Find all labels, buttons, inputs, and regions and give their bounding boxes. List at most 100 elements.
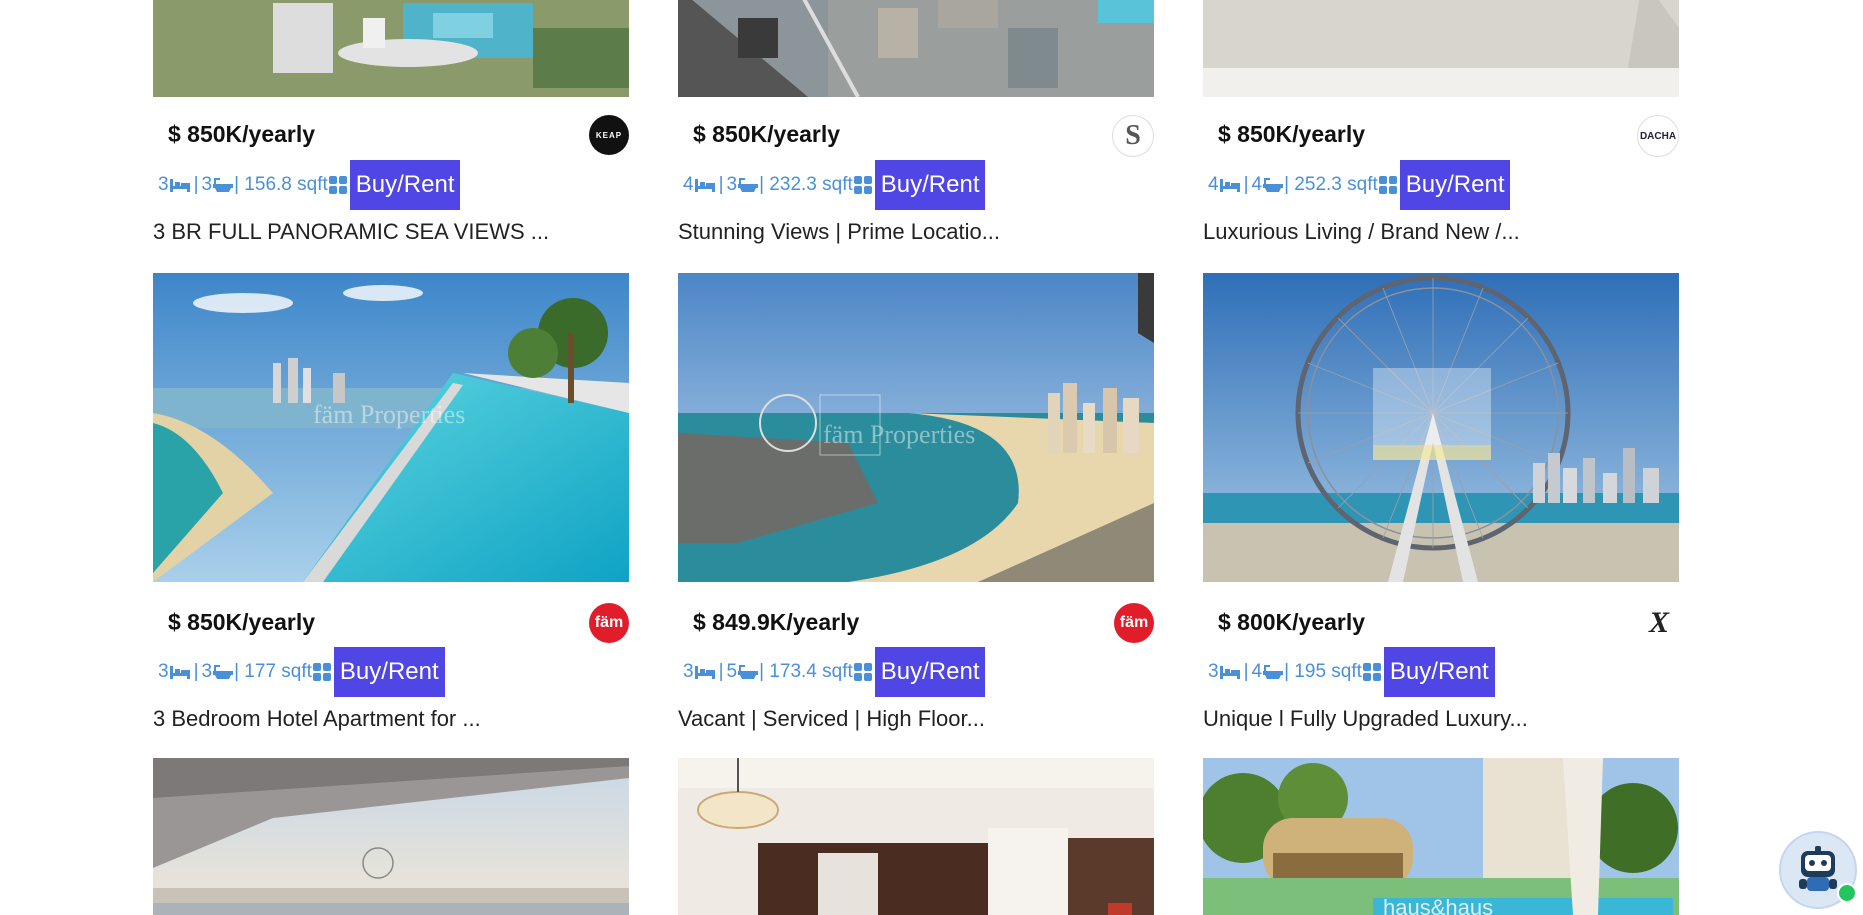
city-view-image	[678, 0, 1154, 97]
listing-photo[interactable]: haus&haus	[1203, 758, 1679, 915]
watermark: haus&haus	[1383, 895, 1493, 915]
area: | 252.3 sqft	[1284, 174, 1378, 195]
bed-icon	[169, 666, 190, 679]
listing-photo[interactable]	[678, 0, 1154, 97]
infinity-pool-image: fäm Properties	[153, 273, 629, 582]
empty-room-image	[1203, 0, 1679, 97]
beds-count: 3	[1208, 661, 1219, 682]
baths-count: 3	[201, 174, 213, 195]
baths-count: 3	[201, 661, 213, 682]
bed-icon	[1219, 666, 1240, 679]
separator: |	[718, 174, 724, 195]
watermark: fäm Properties	[313, 400, 465, 429]
agency-logo[interactable]: DACHA	[1637, 115, 1679, 157]
buy-rent-button[interactable]: Buy/Rent	[874, 160, 986, 210]
listing-title[interactable]: Unique l Fully Upgraded Luxury...	[1203, 706, 1528, 732]
listing-specs: 3 | 3 | 156.8 sqft Buy/Rent	[158, 160, 461, 210]
fam-logo-text: fäm	[594, 614, 624, 631]
buy-rent-button[interactable]: Buy/Rent	[1399, 160, 1511, 210]
separator: |	[1243, 661, 1249, 682]
listing-price: $ 850K/yearly	[168, 121, 316, 147]
listing-price: $ 849.9K/yearly	[693, 609, 860, 635]
baths-count: 4	[1251, 174, 1263, 195]
bed-icon	[169, 179, 190, 192]
buy-rent-button[interactable]: Buy/Rent	[874, 647, 986, 697]
online-status-dot	[1837, 883, 1857, 903]
baths-count: 4	[1251, 661, 1263, 682]
ferris-wheel-image	[1203, 273, 1679, 582]
listing-title[interactable]: Stunning Views | Prime Locatio...	[678, 219, 1000, 245]
listing-price: $ 800K/yearly	[1218, 609, 1366, 635]
listing-price: $ 850K/yearly	[1218, 121, 1366, 147]
agency-logo[interactable]: fäm	[589, 603, 629, 643]
bath-icon	[738, 178, 759, 192]
grid-icon	[328, 176, 347, 194]
buy-rent-button[interactable]: Buy/Rent	[349, 160, 461, 210]
beds-count: 3	[158, 174, 169, 195]
listing-photo[interactable]	[678, 758, 1154, 915]
beds-count: 4	[683, 174, 694, 195]
agency-logo[interactable]: fäm	[1114, 603, 1154, 643]
grid-icon	[853, 176, 872, 194]
listing-specs: 3 | 3 | 177 sqft Buy/Rent	[158, 647, 445, 697]
grid-icon	[1378, 176, 1397, 194]
interior-room-image	[678, 758, 1154, 915]
listing-photo[interactable]	[1203, 0, 1679, 97]
listing-price: $ 850K/yearly	[168, 609, 316, 635]
bath-icon	[213, 665, 234, 679]
listing-photo[interactable]	[1203, 273, 1679, 582]
agency-logo[interactable]: X	[1639, 603, 1679, 643]
listing-title[interactable]: 3 BR FULL PANORAMIC SEA VIEWS ...	[153, 219, 549, 245]
bath-icon	[1263, 665, 1284, 679]
bath-icon	[1263, 178, 1284, 192]
beds-count: 3	[158, 661, 169, 682]
separator: |	[1243, 174, 1249, 195]
garden-pool-image: haus&haus	[1203, 758, 1679, 915]
grid-icon	[853, 663, 872, 681]
fam-logo-text: fäm	[1119, 614, 1149, 631]
agency-logo[interactable]: KEAP	[589, 115, 629, 155]
listing-title[interactable]: Vacant | Serviced | High Floor...	[678, 706, 985, 732]
listing-photo[interactable]: fäm Properties	[678, 273, 1154, 582]
listing-specs: 4 | 3 | 232.3 sqft Buy/Rent	[683, 160, 986, 210]
separator: |	[718, 661, 724, 682]
buy-rent-button[interactable]: Buy/Rent	[1383, 647, 1495, 697]
robot-icon	[1799, 846, 1837, 891]
separator: |	[193, 661, 199, 682]
area: | 156.8 sqft	[234, 174, 328, 195]
grid-icon	[312, 663, 331, 681]
listing-price: $ 850K/yearly	[693, 121, 841, 147]
listing-specs: 3 | 5 | 173.4 sqft Buy/Rent	[683, 647, 986, 697]
balcony-pool-image	[153, 0, 629, 97]
area: | 173.4 sqft	[759, 661, 853, 682]
area: | 232.3 sqft	[759, 174, 853, 195]
listing-photo[interactable]	[153, 758, 629, 915]
listing-specs: 4 | 4 | 252.3 sqft Buy/Rent	[1208, 160, 1511, 210]
keap-logo-text: KEAP	[595, 130, 623, 140]
beds-count: 4	[1208, 174, 1219, 195]
bed-icon	[694, 666, 715, 679]
balcony-view-image	[153, 758, 629, 915]
xi-logo-text: X	[1648, 606, 1669, 639]
s-logo-text: S	[1125, 120, 1141, 151]
baths-count: 3	[726, 174, 738, 195]
area: | 177 sqft	[234, 661, 312, 682]
bath-icon	[213, 178, 234, 192]
watermark: fäm Properties	[823, 420, 975, 449]
separator: |	[193, 174, 199, 195]
agency-logo[interactable]: S	[1112, 115, 1154, 157]
chatbot-button[interactable]	[1779, 831, 1857, 909]
listing-specs: 3 | 4 | 195 sqft Buy/Rent	[1208, 647, 1495, 697]
grid-icon	[1362, 663, 1381, 681]
bath-icon	[738, 665, 759, 679]
bed-icon	[1219, 179, 1240, 192]
beach-view-image: fäm Properties	[678, 273, 1154, 582]
listing-photo[interactable]	[153, 0, 629, 97]
buy-rent-button[interactable]: Buy/Rent	[333, 647, 445, 697]
area: | 195 sqft	[1284, 661, 1362, 682]
listing-title[interactable]: Luxurious Living / Brand New /...	[1203, 219, 1520, 245]
listing-photo[interactable]: fäm Properties	[153, 273, 629, 582]
bed-icon	[694, 179, 715, 192]
baths-count: 5	[726, 661, 738, 682]
listing-title[interactable]: 3 Bedroom Hotel Apartment for ...	[153, 706, 481, 732]
